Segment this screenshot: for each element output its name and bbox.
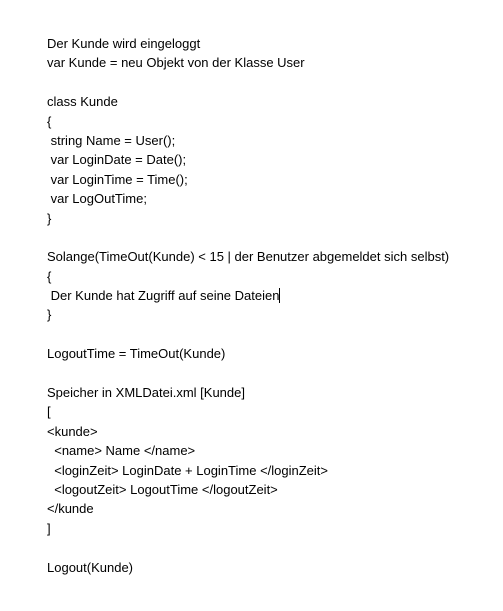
text-line: LogoutTime = TimeOut(Kunde) bbox=[47, 346, 226, 362]
text-line: <loginZeit> LoginDate + LoginTime </logi… bbox=[47, 462, 328, 478]
text-line: ] bbox=[47, 520, 51, 536]
text-line-with-cursor: Der Kunde hat Zugriff auf seine Dateien bbox=[47, 286, 487, 305]
text-line: Solange(TimeOut(Kunde) < 15 | der Benutz… bbox=[47, 249, 450, 265]
text-cursor bbox=[279, 288, 281, 304]
text-line: var LoginDate = Date(); bbox=[47, 152, 187, 168]
document-body[interactable]: Der Kunde wird eingeloggt var Kunde = ne… bbox=[47, 34, 487, 577]
text-line: string Name = User(); bbox=[47, 132, 176, 148]
text-line: var Kunde = neu Objekt von der Klasse Us… bbox=[47, 55, 305, 71]
text-line: } bbox=[47, 210, 52, 226]
text-line: <logoutZeit> LogoutTime </logoutZeit> bbox=[47, 481, 278, 497]
text-line: Der Kunde wird eingeloggt bbox=[47, 36, 201, 51]
text-line: var LoginTime = Time(); bbox=[47, 171, 188, 187]
text-line: var LogOutTime; bbox=[47, 191, 147, 207]
text-line: } bbox=[47, 307, 52, 323]
document-page: Der Kunde wird eingeloggt var Kunde = ne… bbox=[0, 0, 503, 611]
text-line: </kunde bbox=[47, 501, 94, 517]
text-line: Logout(Kunde) bbox=[47, 559, 134, 575]
text-line: class Kunde bbox=[47, 94, 118, 110]
text-line: <kunde> bbox=[47, 423, 98, 439]
text-line-content: Der Kunde hat Zugriff auf seine Dateien bbox=[47, 288, 280, 304]
text-line: <name> Name </name> bbox=[47, 443, 196, 459]
text-line: { bbox=[47, 113, 52, 129]
text-line: [ bbox=[47, 404, 51, 420]
text-line: Speicher in XMLDatei.xml [Kunde] bbox=[47, 385, 245, 401]
text-line: { bbox=[47, 268, 52, 284]
